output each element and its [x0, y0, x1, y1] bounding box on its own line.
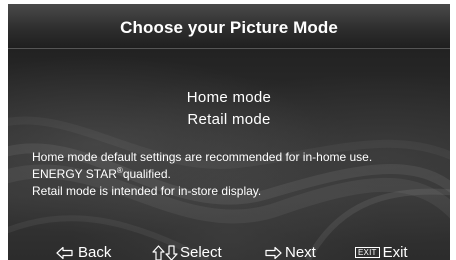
- arrow-left-outline-icon: [56, 246, 73, 259]
- description-line-1: Home mode default settings are recommend…: [32, 150, 373, 164]
- description-line-3: Retail mode is intended for in-store dis…: [32, 184, 262, 198]
- picture-mode-screen: Choose your Picture Mode Home mode Retai…: [8, 4, 450, 260]
- description-line-2: ENERGY STAR®qualified.: [32, 167, 450, 182]
- arrow-right-outline-icon: [265, 246, 282, 259]
- select-label: Select: [180, 244, 222, 260]
- select-button[interactable]: Select: [152, 244, 222, 260]
- next-button[interactable]: Next: [264, 244, 316, 260]
- page-title: Choose your Picture Mode: [120, 18, 338, 37]
- retail-mode-option[interactable]: Retail mode: [8, 111, 450, 128]
- title-bar: Choose your Picture Mode: [8, 4, 450, 49]
- exit-label: Exit: [382, 244, 408, 260]
- next-label: Next: [285, 244, 316, 260]
- arrow-up-outline-icon: [152, 244, 165, 260]
- exit-key-icon: EXIT: [355, 247, 380, 258]
- back-label: Back: [78, 244, 112, 260]
- back-button[interactable]: Back: [56, 244, 111, 260]
- home-mode-option[interactable]: Home mode: [8, 89, 450, 106]
- arrow-down-outline-icon: [165, 244, 178, 260]
- qualified-text: qualified.: [122, 167, 171, 181]
- exit-button[interactable]: EXIT Exit: [355, 244, 408, 260]
- energy-star-text: ENERGY STAR: [32, 167, 117, 181]
